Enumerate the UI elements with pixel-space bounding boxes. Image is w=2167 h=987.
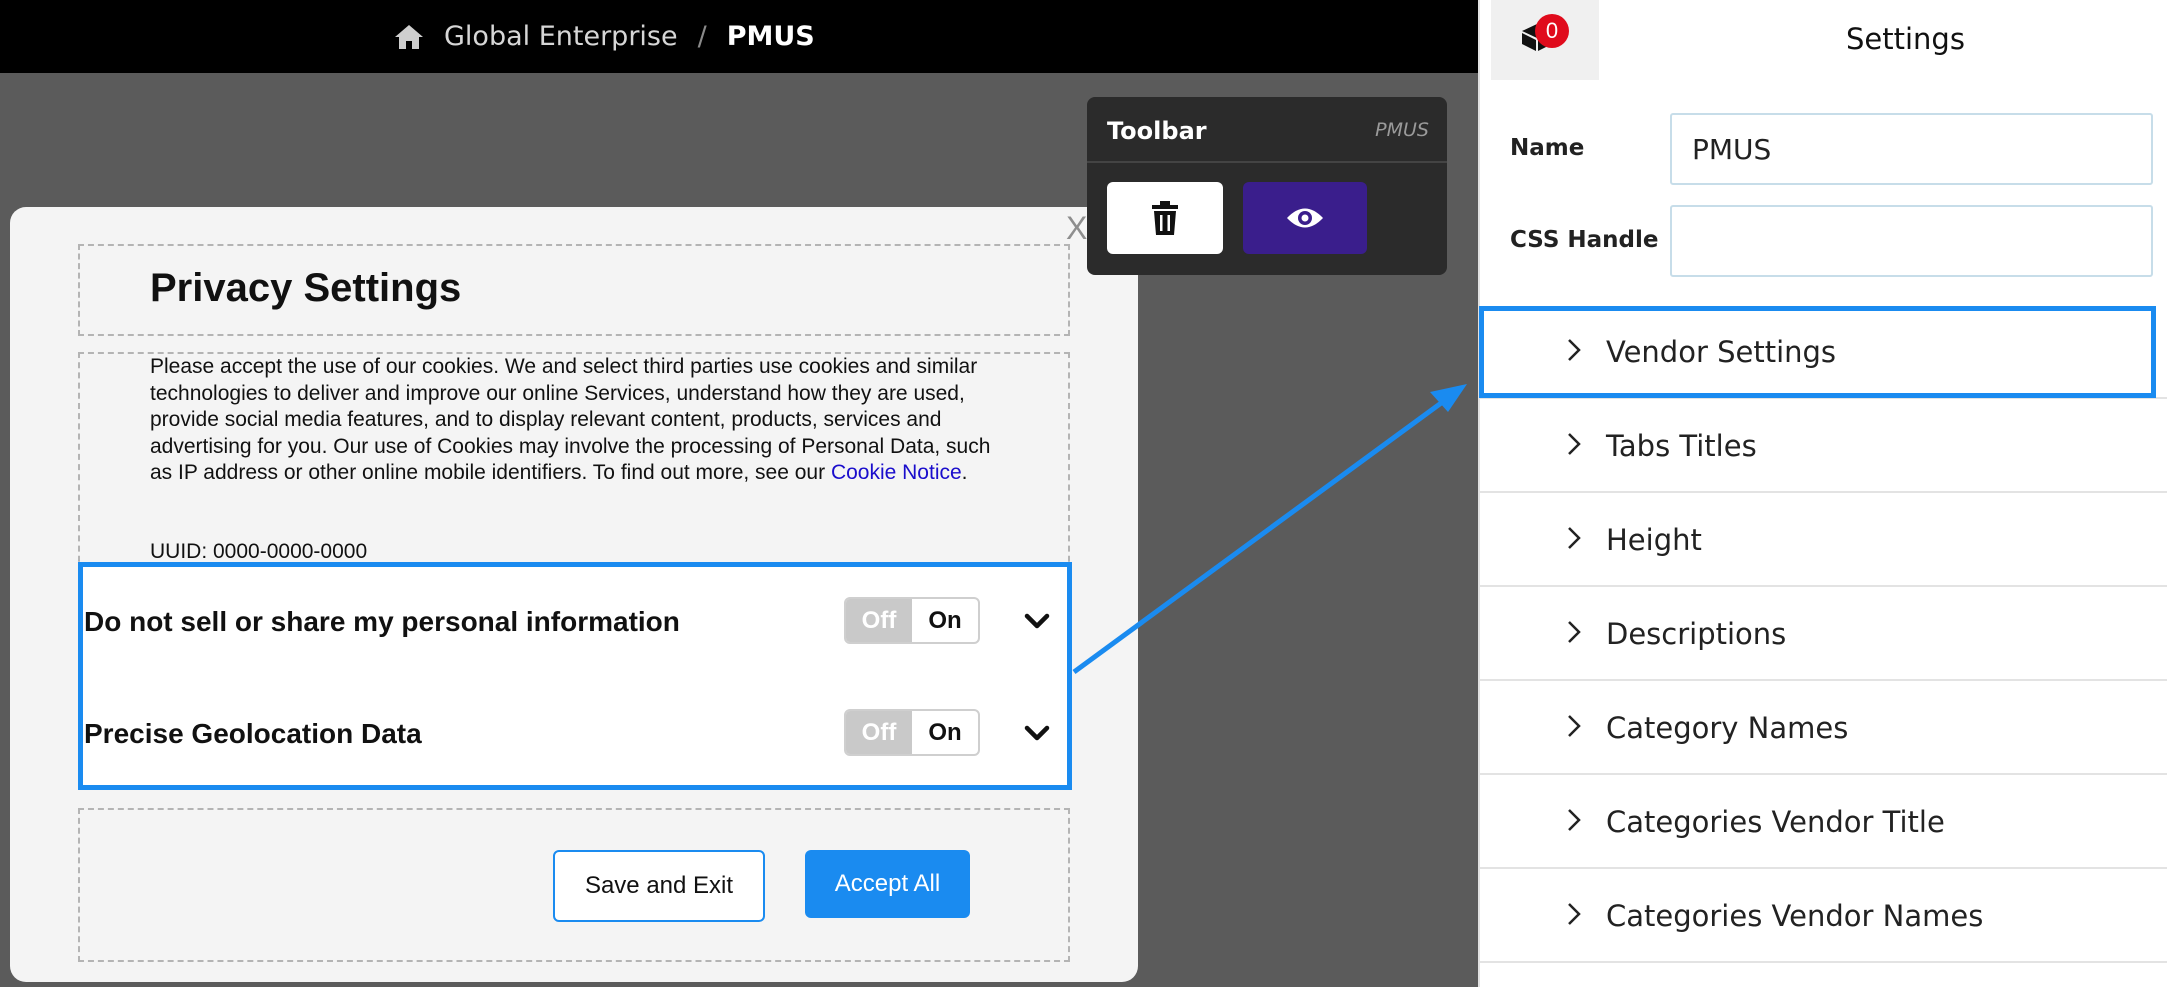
accept-all-button[interactable]: Accept All [805, 850, 970, 918]
toggle-label: Do not sell or share my personal informa… [84, 606, 680, 637]
accordion-label: Category Names [1606, 711, 1849, 745]
breadcrumb-current: PMUS [726, 21, 815, 52]
toggle-row-sale: Do not sell or share my personal informa… [84, 592, 1064, 652]
uuid-text: UUID: 0000-0000-0000 [150, 540, 368, 563]
preview-button[interactable] [1243, 182, 1367, 254]
home-icon[interactable] [394, 23, 424, 51]
toggle-off[interactable]: Off [846, 599, 912, 642]
accordion-label: Descriptions [1606, 617, 1787, 651]
modal-title: Privacy Settings [150, 266, 462, 310]
toggle-label: Precise Geolocation Data [84, 718, 422, 749]
toggle-row-geolocation: Precise Geolocation Data Off On [84, 704, 1064, 764]
toggle-on[interactable]: On [912, 599, 978, 642]
trash-icon [1152, 201, 1178, 235]
accordion-label: Categories Vendor Title [1606, 805, 1945, 839]
name-label: Name [1510, 135, 1585, 161]
panel-title: Settings [1846, 22, 1965, 56]
accordion-tabs-titles[interactable]: Tabs Titles [1480, 399, 2167, 493]
accordion-height[interactable]: Height [1480, 493, 2167, 587]
toggle-on[interactable]: On [912, 711, 978, 754]
accordion-categories-vendor-title[interactable]: Categories Vendor Title [1480, 775, 2167, 869]
top-bar: Global Enterprise / PMUS [0, 0, 1491, 73]
chevron-down-icon[interactable] [1022, 606, 1052, 636]
accordion-label: Tabs Titles [1606, 429, 1757, 463]
breadcrumb-root[interactable]: Global Enterprise [444, 21, 678, 52]
chevron-right-icon [1568, 715, 1581, 737]
chevron-right-icon [1568, 809, 1581, 831]
modal-description: Please accept the use of our cookies. We… [150, 354, 1010, 487]
breadcrumb-separator: / [697, 21, 707, 52]
notification-badge: 0 [1535, 14, 1569, 48]
chevron-right-icon [1568, 527, 1581, 549]
delete-button[interactable] [1107, 182, 1223, 254]
toolbar-subtitle: PMUS [1375, 119, 1429, 141]
description-end: . [961, 461, 968, 484]
name-field[interactable]: PMUS [1670, 113, 2153, 185]
cookie-notice-link[interactable]: Cookie Notice [831, 461, 962, 484]
toolbar: Toolbar PMUS [1087, 97, 1447, 275]
save-and-exit-button[interactable]: Save and Exit [553, 850, 765, 922]
css-handle-field[interactable] [1670, 205, 2153, 277]
toggle-switch[interactable]: Off On [844, 709, 980, 756]
css-handle-label: CSS Handle [1510, 227, 1659, 253]
eye-icon [1287, 208, 1323, 228]
chevron-right-icon [1568, 621, 1581, 643]
toolbar-title: Toolbar [1107, 117, 1207, 145]
highlight-box [1479, 306, 2156, 398]
accordion-label: Height [1606, 523, 1702, 557]
toggle-switch[interactable]: Off On [844, 597, 980, 644]
toggle-off[interactable]: Off [846, 711, 912, 754]
breadcrumb: Global Enterprise / PMUS [394, 0, 815, 73]
close-button[interactable]: X [1066, 210, 1087, 247]
accordion-category-names[interactable]: Category Names [1480, 681, 2167, 775]
chevron-right-icon [1568, 903, 1581, 925]
divider [1087, 161, 1447, 163]
chevron-right-icon [1568, 433, 1581, 455]
accordion-descriptions[interactable]: Descriptions [1480, 587, 2167, 681]
accordion-categories-vendor-names[interactable]: Categories Vendor Names [1480, 869, 2167, 963]
accordion-label: Categories Vendor Names [1606, 899, 1984, 933]
chevron-down-icon[interactable] [1022, 718, 1052, 748]
